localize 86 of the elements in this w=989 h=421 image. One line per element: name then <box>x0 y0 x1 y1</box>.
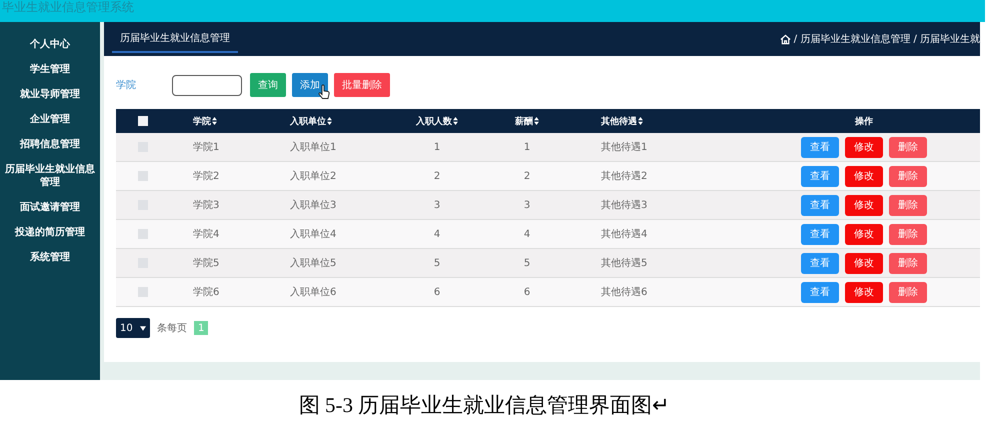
sidebar-item[interactable]: 个人中心 <box>2 38 98 51</box>
sidebar-item[interactable]: 面试邀请管理 <box>2 201 98 214</box>
table-cell-text: 其他待遇6 <box>601 286 648 299</box>
table-cell-text: 入职单位4 <box>290 228 336 241</box>
table-cell-text: 学院2 <box>193 170 220 183</box>
column-header: 操作 <box>855 116 873 128</box>
sidebar-item[interactable]: 就业导师管理 <box>2 88 98 101</box>
sort-icon[interactable] <box>534 117 539 125</box>
table-cell: 3 <box>434 200 440 210</box>
table-cell-text: 学院1 <box>193 140 220 154</box>
table-cell-text: 其他待遇1 <box>601 140 648 154</box>
table-cell: 1 <box>524 142 530 152</box>
toolbar-button[interactable]: 添加 <box>292 73 328 97</box>
row-action-button[interactable]: 查看 <box>801 194 839 216</box>
row-action-button[interactable]: 查看 <box>801 166 839 186</box>
table-cell: 2 <box>434 170 440 182</box>
row-checkbox[interactable] <box>138 171 148 181</box>
row-action-button[interactable]: 修改 <box>845 194 883 216</box>
table-cell-text: 入职单位6 <box>290 286 336 299</box>
column-header[interactable]: 其他待遇 <box>601 114 643 128</box>
table-cell: 4 <box>524 228 530 240</box>
row-action-button[interactable]: 修改 <box>845 224 883 244</box>
row-action-button[interactable]: 删除 <box>889 136 927 158</box>
app-title: 毕业生就业信息管理系统 <box>1 0 134 14</box>
table-cell-text: 其他待遇5 <box>601 256 648 270</box>
search-label: 学院 <box>116 78 137 92</box>
table-cell: 6 <box>434 286 440 298</box>
table-cell-text: 学院5 <box>193 256 220 270</box>
column-header[interactable]: 入职人数 <box>416 114 458 128</box>
toolbar-button[interactable]: 查询 <box>250 73 286 97</box>
table-cell: 5 <box>524 258 530 268</box>
table-cell-text: 其他待遇4 <box>601 228 648 241</box>
search-field[interactable] <box>172 74 242 96</box>
row-action-button[interactable]: 修改 <box>845 136 883 158</box>
row-action-button[interactable]: 查看 <box>801 136 839 158</box>
column-header[interactable]: 学院 <box>193 114 217 128</box>
sidebar-item[interactable]: 投递的简历管理 <box>2 226 98 239</box>
row-action-button[interactable]: 删除 <box>889 166 927 186</box>
page-tab[interactable]: 历届毕业生就业信息管理 <box>112 26 238 52</box>
row-action-button[interactable]: 修改 <box>845 166 883 186</box>
sort-icon[interactable] <box>638 117 643 125</box>
row-action-button[interactable]: 查看 <box>801 282 839 302</box>
table-cell: 5 <box>434 258 440 268</box>
select-all-checkbox[interactable] <box>138 116 148 126</box>
table-cell-text: 其他待遇2 <box>601 170 648 183</box>
sidebar-item[interactable]: 招聘信息管理 <box>2 138 98 151</box>
table-cell-text: 学院3 <box>193 198 220 212</box>
sort-icon[interactable] <box>212 117 217 125</box>
sort-icon[interactable] <box>327 117 332 125</box>
per-page-label: 条每页 <box>157 322 187 335</box>
table-cell-text: 入职单位1 <box>290 140 336 154</box>
figure-caption: 图 5-3 历届毕业生就业信息管理界面图↵ <box>298 392 672 419</box>
row-action-button[interactable]: 修改 <box>845 282 883 302</box>
row-action-button[interactable]: 查看 <box>801 252 839 274</box>
column-header[interactable]: 入职单位 <box>290 114 332 128</box>
row-action-button[interactable]: 删除 <box>889 282 927 302</box>
sidebar-item[interactable]: 系统管理 <box>2 251 98 264</box>
toolbar-button[interactable]: 批量删除 <box>334 73 390 97</box>
breadcrumb: / 历届毕业生就业信息管理 / 历届毕业生就 <box>794 32 980 46</box>
page-size-select[interactable]: 10 <box>116 318 150 338</box>
table-cell: 1 <box>434 142 440 152</box>
row-action-button[interactable]: 删除 <box>889 194 927 216</box>
row-action-button[interactable]: 删除 <box>889 252 927 274</box>
sidebar-item[interactable]: 学生管理 <box>2 63 98 76</box>
table-cell: 2 <box>524 170 530 182</box>
column-header[interactable]: 薪酬 <box>515 114 539 128</box>
caret-icon[interactable] <box>140 326 146 330</box>
sidebar-item[interactable]: 企业管理 <box>2 113 98 126</box>
table-cell-text: 入职单位2 <box>290 170 336 183</box>
table-cell-text: 入职单位5 <box>290 256 336 270</box>
row-checkbox[interactable] <box>138 287 148 297</box>
row-action-button[interactable]: 查看 <box>801 224 839 244</box>
row-action-button[interactable]: 修改 <box>845 252 883 274</box>
table-cell: 3 <box>524 200 530 210</box>
table-cell-text: 学院6 <box>193 286 220 299</box>
row-checkbox[interactable] <box>138 229 148 239</box>
table-cell-text: 学院4 <box>193 228 220 241</box>
hand-cursor-icon <box>318 84 330 100</box>
sidebar-item[interactable]: 历届毕业生就业信息管理 <box>2 163 98 189</box>
table-cell: 4 <box>434 228 440 240</box>
row-action-button[interactable]: 删除 <box>889 224 927 244</box>
home-icon[interactable] <box>780 34 791 44</box>
table-cell: 6 <box>524 286 530 298</box>
sort-icon[interactable] <box>453 117 458 125</box>
table-cell-text: 入职单位3 <box>290 198 336 212</box>
table-cell-text: 其他待遇3 <box>601 198 648 212</box>
